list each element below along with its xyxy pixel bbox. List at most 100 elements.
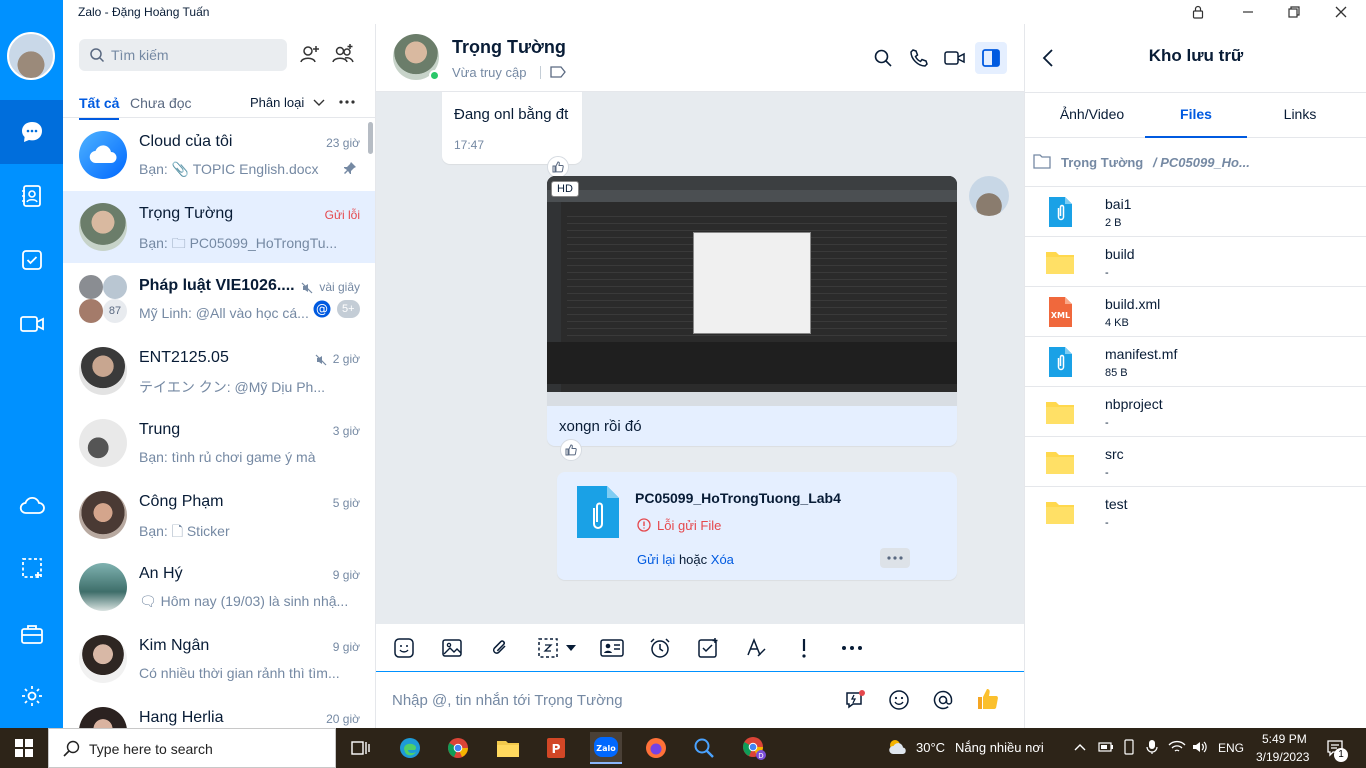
- input-language[interactable]: ENG: [1218, 741, 1244, 755]
- file-row[interactable]: manifest.mf 85 B: [1025, 336, 1366, 386]
- user-avatar[interactable]: [7, 32, 55, 80]
- nav-tools[interactable]: [0, 602, 63, 666]
- conversation-item[interactable]: Hang Herlia 20 giờ: [63, 695, 375, 728]
- close-button[interactable]: [1321, 0, 1361, 24]
- taskbar-search[interactable]: Type here to search: [48, 728, 336, 768]
- start-button[interactable]: [8, 732, 40, 764]
- tab-files[interactable]: Files: [1146, 106, 1246, 122]
- conversation-item[interactable]: Trọng Tường Gửi lỗi Bạn: 🗀 PC05099_HoTro…: [63, 191, 375, 263]
- video-icon: [19, 316, 44, 332]
- like-reaction-button[interactable]: [547, 156, 569, 178]
- search-app-icon[interactable]: [688, 732, 720, 764]
- conversation-item[interactable]: Cloud của tôi 23 giờ Bạn: 📎 TOPIC Englis…: [63, 119, 375, 191]
- contact-card-button[interactable]: [600, 636, 624, 660]
- lock-icon[interactable]: [1178, 0, 1218, 24]
- weather-desc[interactable]: Nắng nhiều nơi: [955, 740, 1044, 755]
- format-text-button[interactable]: [744, 636, 768, 660]
- caret-down-icon[interactable]: [566, 645, 576, 651]
- nav-settings[interactable]: [0, 664, 63, 728]
- quick-message-button[interactable]: [843, 688, 867, 712]
- scrollbar[interactable]: [368, 122, 373, 154]
- chevron-up-icon[interactable]: [1074, 743, 1086, 751]
- image-message[interactable]: HD xongn rồi đó: [547, 176, 957, 446]
- breadcrumb-root[interactable]: Trọng Tường: [1061, 155, 1143, 170]
- image-button[interactable]: [440, 636, 464, 660]
- send-like-button[interactable]: [975, 686, 1001, 712]
- tag-icon[interactable]: [550, 66, 566, 78]
- task-button[interactable]: [696, 636, 720, 660]
- task-view-icon[interactable]: [344, 732, 376, 764]
- conversation-item[interactable]: 87 Pháp luật VIE1026.... vài giây Mỹ Lin…: [63, 263, 375, 335]
- conversation-item[interactable]: Trung 3 giờ Bạn: tình rủ chơi game ý mà: [63, 407, 375, 479]
- clock-time[interactable]: 5:49 PM: [1262, 732, 1307, 746]
- firefox-icon[interactable]: [640, 732, 672, 764]
- search-input[interactable]: Tìm kiếm: [79, 39, 287, 71]
- urgent-button[interactable]: [792, 636, 816, 660]
- conversation-item[interactable]: An Hý 9 giờ 🗨 Hôm nay (19/03) là sinh nh…: [63, 551, 375, 623]
- file-row[interactable]: bai1 2 B: [1025, 186, 1366, 236]
- device-icon[interactable]: [1122, 739, 1136, 755]
- toggle-side-panel-button[interactable]: [975, 42, 1007, 74]
- file-row[interactable]: build -: [1025, 236, 1366, 286]
- tab-media[interactable]: Ảnh/Video: [1042, 106, 1142, 122]
- reminder-button[interactable]: [648, 636, 672, 660]
- nav-screenshot[interactable]: [0, 536, 63, 600]
- message-more-button[interactable]: [880, 548, 910, 568]
- tab-links[interactable]: Links: [1250, 106, 1350, 122]
- battery-icon[interactable]: [1098, 741, 1114, 753]
- delete-link[interactable]: Xóa: [711, 552, 734, 567]
- conversation-item[interactable]: ENT2125.05 2 giờ テイエン クン: @Mỹ Dịu Ph...: [63, 335, 375, 407]
- nav-contacts[interactable]: [0, 164, 63, 228]
- nav-todo[interactable]: [0, 228, 63, 292]
- minimize-button[interactable]: [1228, 0, 1268, 24]
- more-options-button[interactable]: [840, 636, 864, 660]
- avatar: [79, 563, 127, 611]
- xml-file-icon: XML: [1049, 297, 1072, 327]
- maximize-button[interactable]: [1274, 0, 1314, 24]
- microphone-icon[interactable]: [1146, 739, 1158, 755]
- sender-avatar[interactable]: [969, 176, 1009, 216]
- file-row[interactable]: test -: [1025, 486, 1366, 536]
- wifi-icon[interactable]: [1168, 739, 1186, 755]
- resend-link[interactable]: Gửi lại: [637, 552, 675, 567]
- contact-name[interactable]: Trọng Tường: [452, 37, 566, 58]
- chrome-icon[interactable]: [442, 732, 474, 764]
- tab-all[interactable]: Tất cả: [79, 95, 120, 120]
- more-icon[interactable]: [339, 100, 355, 104]
- conversation-item[interactable]: Công Phạm 5 giờ Bạn: 🗋 Sticker: [63, 479, 375, 551]
- powerpoint-icon[interactable]: P: [540, 732, 572, 764]
- classify-dropdown[interactable]: Phân loại: [250, 95, 304, 110]
- file-explorer-icon[interactable]: [492, 732, 524, 764]
- conversation-list-panel: Tìm kiếm Tất cả Chưa đọc Phân loại Cloud…: [63, 24, 376, 728]
- message-input[interactable]: Nhập @, tin nhắn tới Trọng Tường: [376, 672, 1024, 728]
- file-row[interactable]: nbproject -: [1025, 386, 1366, 436]
- volume-icon[interactable]: [1192, 739, 1208, 755]
- emoji-button[interactable]: [887, 688, 911, 712]
- call-button[interactable]: [903, 42, 935, 74]
- breadcrumb: Trọng Tường / PC05099_Ho...: [1033, 150, 1363, 174]
- chrome-profile-icon[interactable]: D: [738, 732, 770, 764]
- edge-icon[interactable]: [394, 732, 426, 764]
- screenshot-button[interactable]: [536, 636, 560, 660]
- chevron-down-icon[interactable]: [313, 99, 325, 107]
- nav-video[interactable]: [0, 292, 63, 356]
- video-call-button[interactable]: [939, 42, 971, 74]
- file-row[interactable]: XML build.xml 4 KB: [1025, 286, 1366, 336]
- message-bubble[interactable]: Đang onl bằng đt 17:47: [442, 92, 582, 164]
- nav-messages[interactable]: [0, 100, 63, 164]
- add-friend-icon[interactable]: [299, 43, 321, 65]
- like-reaction-button[interactable]: [560, 439, 582, 461]
- nav-cloud[interactable]: [0, 474, 63, 538]
- conversation-item[interactable]: Kim Ngân 9 giờ Có nhiều thời gian rảnh t…: [63, 623, 375, 695]
- mention-button[interactable]: [931, 688, 955, 712]
- search-button[interactable]: [867, 42, 899, 74]
- attach-file-button[interactable]: [488, 636, 512, 660]
- sticker-button[interactable]: [392, 636, 416, 660]
- file-row[interactable]: src -: [1025, 436, 1366, 486]
- weather-temp[interactable]: 30°C: [916, 740, 945, 755]
- tab-unread[interactable]: Chưa đọc: [130, 95, 192, 111]
- clock-date[interactable]: 3/19/2023: [1256, 750, 1309, 764]
- zalo-taskbar-icon[interactable]: Zalo: [590, 732, 622, 764]
- screenshot-image[interactable]: [547, 176, 957, 406]
- create-group-icon[interactable]: [331, 43, 355, 65]
